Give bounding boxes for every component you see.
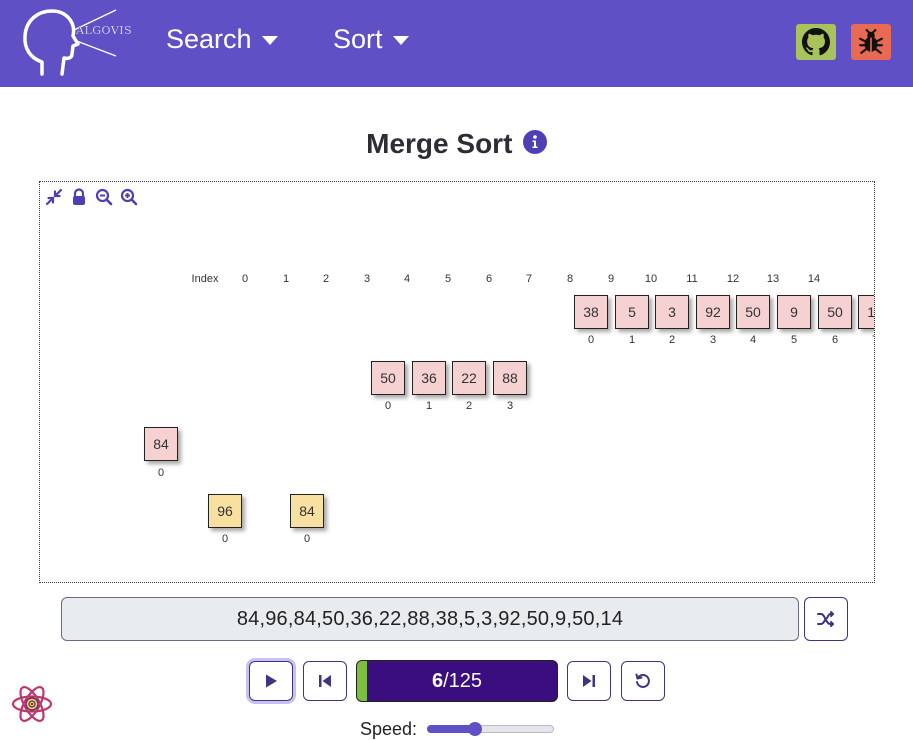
index-number: 8 [566, 273, 574, 285]
reset-icon [635, 673, 650, 688]
index-header-label: Index [191, 273, 219, 285]
step-forward-icon [583, 675, 595, 687]
cell-sub-index: 1 [628, 334, 636, 346]
step-back-icon [319, 675, 331, 687]
array-cell: 38 [574, 295, 608, 329]
shuffle-icon [817, 611, 834, 627]
slider-thumb[interactable] [468, 722, 483, 736]
array-input-field[interactable]: 84,96,84,50,36,22,88,38,5,3,92,50,9,50,1… [61, 597, 799, 641]
visualization-canvas[interactable]: Index 0 1 2 3 4 5 6 7 8 9 10 11 12 13 14… [39, 181, 875, 583]
zoom-in-icon[interactable] [120, 188, 138, 206]
cell-sub-index: 0 [303, 533, 311, 545]
cell-sub-index: 2 [668, 334, 676, 346]
caret-down-icon [392, 36, 409, 45]
step-current: 6 [431, 669, 444, 692]
logo-text: ALGOVIS [76, 24, 133, 37]
index-number: 0 [241, 273, 249, 285]
zoom-out-icon[interactable] [95, 188, 113, 206]
head-logo-icon [23, 9, 117, 76]
array-cell: 14 [858, 295, 874, 329]
array-cell: 50 [736, 295, 770, 329]
array-cell: 36 [412, 361, 446, 395]
array-cell: 84 [144, 427, 178, 461]
caret-down-icon [261, 36, 278, 45]
report-bug-button[interactable] [851, 24, 891, 60]
cell-sub-index: 0 [587, 334, 595, 346]
cell-sub-index: 2 [465, 400, 473, 412]
cell-sub-index: 0 [221, 533, 229, 545]
cell-sub-index: 1 [425, 400, 433, 412]
play-button[interactable] [249, 661, 293, 701]
index-number: 11 [686, 273, 698, 285]
shuffle-button[interactable] [804, 597, 848, 641]
index-number: 13 [766, 273, 780, 285]
lock-icon[interactable] [70, 188, 88, 206]
array-cell: 92 [696, 295, 730, 329]
array-cell: 22 [452, 361, 486, 395]
page-header: Merge Sort [0, 128, 913, 160]
cell-sub-index: 0 [157, 467, 165, 479]
github-button[interactable] [796, 24, 836, 60]
array-cell-highlighted: 96 [208, 494, 242, 528]
github-icon [802, 28, 830, 56]
array-cell: 5 [615, 295, 649, 329]
step-counter: 6/125 [357, 661, 557, 701]
index-number: 14 [807, 273, 821, 285]
index-number: 10 [644, 273, 658, 285]
cell-sub-index: 3 [506, 400, 514, 412]
info-icon[interactable] [522, 130, 547, 154]
index-number: 3 [363, 273, 371, 285]
array-cell: 88 [493, 361, 527, 395]
step-back-button[interactable] [303, 661, 347, 701]
cell-sub-index: 5 [790, 334, 798, 346]
index-number: 2 [322, 273, 330, 285]
compress-icon[interactable] [45, 188, 63, 206]
search-menu-dropdown[interactable]: Search [166, 24, 278, 55]
page-title: Merge Sort [366, 128, 513, 159]
index-number: 7 [525, 273, 533, 285]
sort-menu-label: Sort [333, 24, 383, 54]
cell-sub-index: 7 [872, 334, 874, 346]
step-total: /125 [443, 669, 483, 692]
index-number: 9 [607, 273, 615, 285]
speed-slider[interactable] [427, 722, 554, 736]
cell-sub-index: 0 [384, 400, 392, 412]
react-logo[interactable] [11, 684, 53, 724]
array-cell: 3 [655, 295, 689, 329]
index-number: 5 [444, 273, 452, 285]
cell-sub-index: 4 [749, 334, 757, 346]
array-cell: 9 [777, 295, 811, 329]
sort-menu-dropdown[interactable]: Sort [333, 24, 409, 55]
app-logo[interactable]: ALGOVIS [20, 6, 132, 78]
cell-sub-index: 6 [831, 334, 839, 346]
react-logo-icon [11, 686, 53, 722]
reset-button[interactable] [621, 661, 665, 701]
play-icon [266, 674, 277, 688]
top-navbar: ALGOVIS Search Sort [0, 0, 913, 87]
index-number: 12 [726, 273, 740, 285]
index-number: 1 [282, 273, 290, 285]
array-cell: 50 [371, 361, 405, 395]
array-cell-highlighted: 84 [290, 494, 324, 528]
step-progress-bar[interactable]: 6/125 [356, 660, 558, 702]
search-menu-label: Search [166, 24, 252, 54]
index-number: 6 [485, 273, 493, 285]
bug-icon [859, 29, 883, 54]
cell-sub-index: 3 [709, 334, 717, 346]
step-forward-button[interactable] [567, 661, 611, 701]
array-cell: 50 [818, 295, 852, 329]
index-number: 4 [403, 273, 411, 285]
